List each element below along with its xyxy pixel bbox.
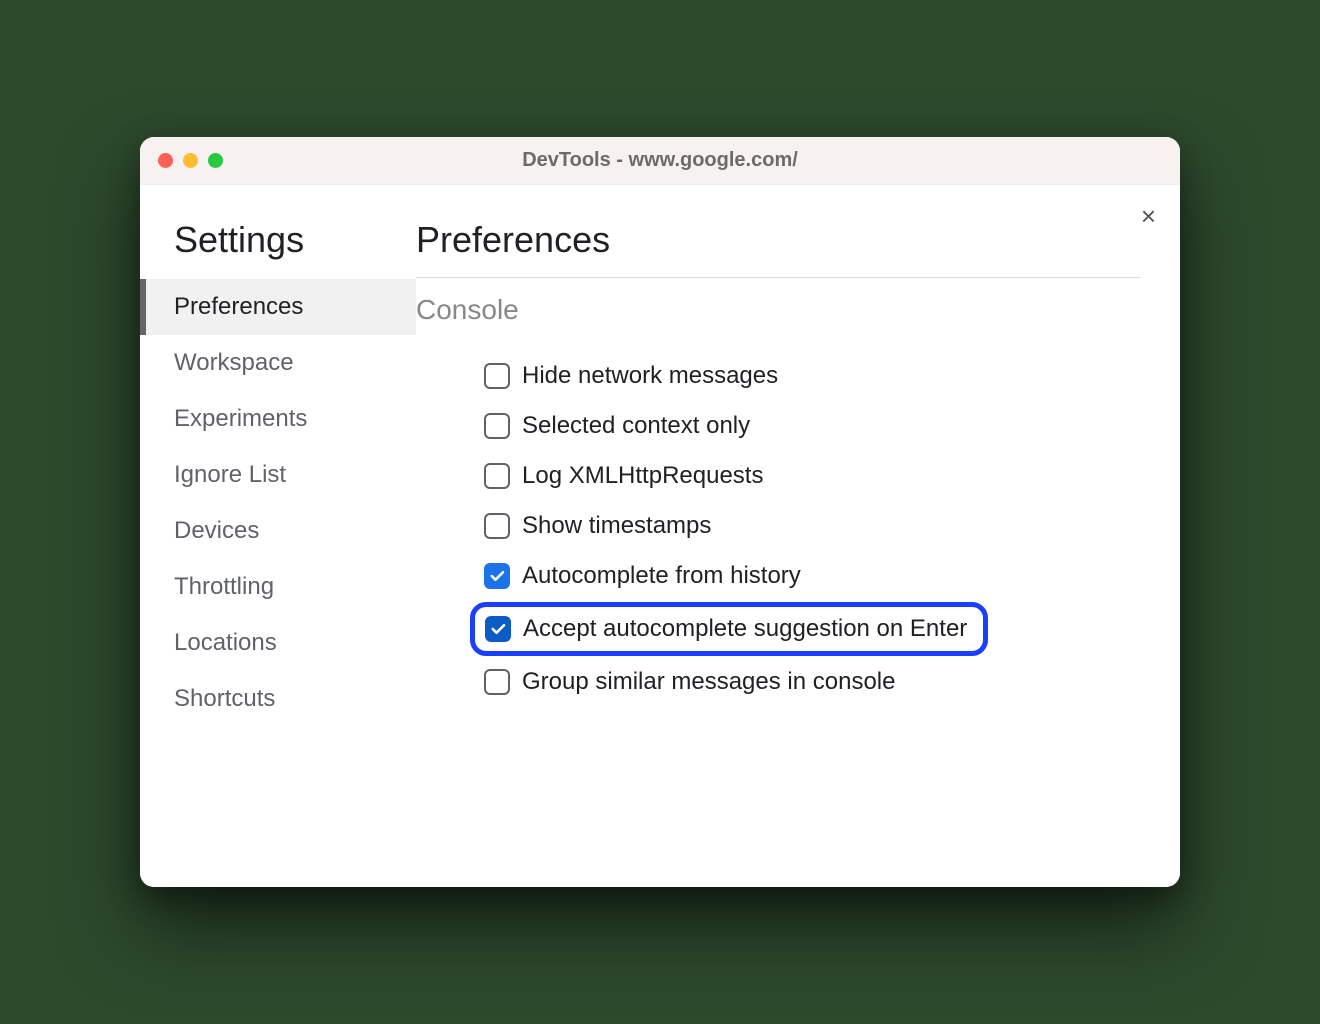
sidebar-item-workspace[interactable]: Workspace: [140, 335, 416, 391]
option-label: Autocomplete from history: [522, 562, 801, 590]
checkbox[interactable]: [484, 413, 510, 439]
sidebar-item-locations[interactable]: Locations: [140, 615, 416, 671]
option-row[interactable]: Log XMLHttpRequests: [470, 452, 777, 500]
settings-sidebar: Settings PreferencesWorkspaceExperiments…: [140, 185, 416, 887]
maximize-window-button[interactable]: [208, 153, 223, 168]
option-label: Group similar messages in console: [522, 668, 896, 696]
option-label: Show timestamps: [522, 512, 711, 540]
divider: [416, 277, 1140, 278]
sidebar-item-devices[interactable]: Devices: [140, 503, 416, 559]
checkbox[interactable]: [484, 563, 510, 589]
option-row[interactable]: Show timestamps: [470, 502, 725, 550]
minimize-window-button[interactable]: [183, 153, 198, 168]
window-body: × Settings PreferencesWorkspaceExperimen…: [140, 185, 1180, 887]
sidebar-item-experiments[interactable]: Experiments: [140, 391, 416, 447]
option-label: Hide network messages: [522, 362, 778, 390]
sidebar-item-preferences[interactable]: Preferences: [140, 279, 416, 335]
checkbox[interactable]: [485, 616, 511, 642]
option-row[interactable]: Hide network messages: [470, 352, 792, 400]
traffic-lights: [158, 153, 223, 168]
option-label: Selected context only: [522, 412, 750, 440]
panel-title: Preferences: [416, 219, 1140, 277]
checkbox[interactable]: [484, 513, 510, 539]
option-row[interactable]: Accept autocomplete suggestion on Enter: [470, 602, 988, 656]
close-icon[interactable]: ×: [1141, 203, 1156, 229]
section-title: Console: [416, 294, 1140, 326]
option-row[interactable]: Autocomplete from history: [470, 552, 815, 600]
option-row[interactable]: Group similar messages in console: [470, 658, 910, 706]
option-label: Accept autocomplete suggestion on Enter: [523, 615, 967, 643]
option-label: Log XMLHttpRequests: [522, 462, 763, 490]
window-titlebar: DevTools - www.google.com/: [140, 137, 1180, 185]
checkbox[interactable]: [484, 363, 510, 389]
checkbox[interactable]: [484, 463, 510, 489]
sidebar-item-ignore-list[interactable]: Ignore List: [140, 447, 416, 503]
sidebar-item-shortcuts[interactable]: Shortcuts: [140, 671, 416, 727]
sidebar-item-throttling[interactable]: Throttling: [140, 559, 416, 615]
sidebar-heading: Settings: [140, 219, 416, 279]
preferences-panel: Preferences Console Hide network message…: [416, 185, 1180, 887]
devtools-settings-window: DevTools - www.google.com/ × Settings Pr…: [140, 137, 1180, 887]
option-row[interactable]: Selected context only: [470, 402, 764, 450]
checkbox[interactable]: [484, 669, 510, 695]
close-window-button[interactable]: [158, 153, 173, 168]
window-title: DevTools - www.google.com/: [140, 149, 1180, 172]
options-list: Hide network messages Selected context on…: [416, 352, 1140, 706]
